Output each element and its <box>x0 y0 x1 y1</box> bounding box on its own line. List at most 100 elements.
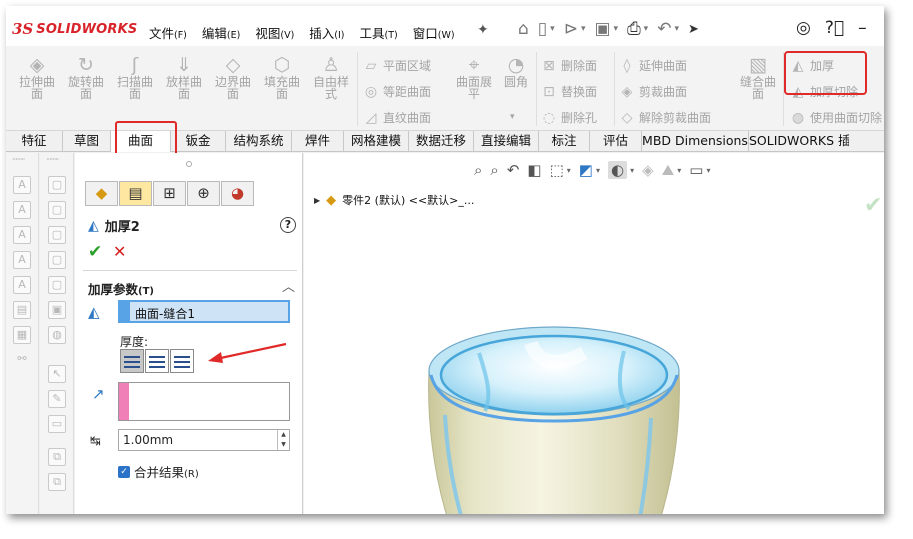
hide-show-dropdown-icon[interactable]: ▾ <box>630 166 634 175</box>
previous-view-icon[interactable]: ↶ <box>507 161 520 179</box>
tab-sheet-metal[interactable]: 钣金 <box>171 131 226 152</box>
menu-view[interactable]: 视图(V) <box>255 23 294 42</box>
menu-tools[interactable]: 工具(T) <box>360 23 398 42</box>
display-manager-tab-icon[interactable]: ◕ <box>221 181 254 206</box>
save-dropdown-icon[interactable]: ▾ <box>614 24 619 34</box>
configuration-manager-tab-icon[interactable]: ⊞ <box>153 181 186 206</box>
globe-icon[interactable]: ◍ <box>48 326 66 344</box>
ruled-surface-button[interactable]: ◿ 直纹曲面 <box>363 109 431 126</box>
merge-result-checkbox[interactable]: ✓ 合并结果(R) <box>118 462 199 481</box>
open-dropdown-icon[interactable]: ▾ <box>581 24 586 34</box>
sketch-tool-icon[interactable]: A <box>13 201 31 219</box>
sketch-tool-icon[interactable]: A <box>13 176 31 194</box>
sketch-tool-icon[interactable]: ▤ <box>13 301 31 319</box>
cancel-x-icon[interactable]: ✕ <box>113 242 126 261</box>
select-tool-icon[interactable]: ↖ <box>48 365 66 383</box>
fill-surface-button[interactable]: ⬡ 填充曲面 <box>258 54 306 100</box>
user-icon[interactable]: ◎ <box>796 18 811 38</box>
tab-evaluate[interactable]: 评估 <box>590 131 642 152</box>
display-dropdown-icon[interactable]: ▾ <box>596 166 600 175</box>
tab-weldments[interactable]: 焊件 <box>292 131 344 152</box>
fillet-dropdown-icon[interactable]: ▾ <box>510 112 515 122</box>
confirmation-corner-check-icon[interactable]: ✔ <box>864 193 882 218</box>
feature-manager-tab-icon[interactable]: ◆ <box>85 181 118 206</box>
copy-tool-icon[interactable]: ⧉ <box>48 448 66 466</box>
ok-check-icon[interactable]: ✔ <box>88 242 102 262</box>
delete-hole-button[interactable]: ◌ 删除孔 <box>541 109 597 126</box>
tab-data-migration[interactable]: 数据迁移 <box>409 131 474 152</box>
sweep-surface-button[interactable]: ʃ 扫描曲面 <box>111 54 159 100</box>
view-orientation-icon[interactable]: ⬚ <box>550 161 564 179</box>
hide-show-icon[interactable]: ◐ <box>607 161 628 179</box>
expand-arrow-icon[interactable]: ▶ <box>314 196 320 205</box>
tab-features[interactable]: 特征 <box>6 131 63 152</box>
orientation-dropdown-icon[interactable]: ▾ <box>567 166 571 175</box>
property-manager-tab-icon[interactable]: ▤ <box>119 181 152 206</box>
appearance-icon[interactable]: ◈ <box>642 161 654 179</box>
chevron-up-icon[interactable]: ︿ <box>282 276 295 295</box>
save-icon[interactable]: ▣ <box>594 19 610 39</box>
trim-surface-button[interactable]: ◈ 剪裁曲面 <box>619 83 687 100</box>
thickness-input[interactable]: 1.00mm ▲ ▼ <box>118 429 290 451</box>
flatten-surface-button[interactable]: ⌖ 曲面展平 <box>450 54 498 100</box>
pin-icon[interactable]: ✦ <box>477 22 489 38</box>
sketch-tool-icon[interactable]: A <box>13 276 31 294</box>
view-settings-dropdown-icon[interactable]: ▾ <box>706 166 710 175</box>
help-circle-icon[interactable]: ?⃝ <box>825 18 844 38</box>
thicken-both-sides-button[interactable] <box>145 349 169 373</box>
thicken-side1-button[interactable] <box>120 349 144 373</box>
tab-mbd-dimensions[interactable]: MBD Dimensions <box>642 131 749 152</box>
copy-tool-icon[interactable]: ⧉ <box>48 473 66 491</box>
replace-face-button[interactable]: ⊡ 替换面 <box>541 83 597 100</box>
tab-solidworks-addins[interactable]: SOLIDWORKS 插件 <box>749 131 849 152</box>
sketch-tool-icon[interactable]: ▦ <box>13 326 31 344</box>
tab-sketch[interactable]: 草图 <box>63 131 111 152</box>
edit-tool-icon[interactable]: ✎ <box>48 390 66 408</box>
tab-direct-editing[interactable]: 直接编辑 <box>474 131 539 152</box>
monitor-tool-icon[interactable]: ▭ <box>48 415 66 433</box>
extend-surface-button[interactable]: ◊ 延伸曲面 <box>619 57 687 74</box>
open-icon[interactable]: ⊳ <box>564 19 578 39</box>
home-icon[interactable]: ⌂ <box>518 19 529 39</box>
scene-dropdown-icon[interactable]: ▾ <box>677 166 681 175</box>
loft-surface-button[interactable]: ⇓ 放样曲面 <box>160 54 208 100</box>
link-icon[interactable]: ⚯ <box>13 351 31 369</box>
section-view-icon[interactable]: ◧ <box>527 161 541 179</box>
print-icon[interactable]: ⎙ <box>627 19 641 39</box>
direction-selection-box[interactable] <box>118 382 290 421</box>
menu-window[interactable]: 窗口(W) <box>413 23 455 42</box>
view-tool-icon[interactable]: ▣ <box>48 301 66 319</box>
thicken-parameters-section[interactable]: 加厚参数(T) ︿ <box>83 270 297 297</box>
menu-insert[interactable]: 插入(I) <box>309 23 344 42</box>
new-dropdown-icon[interactable]: ▾ <box>550 24 555 34</box>
dimxpert-tab-icon[interactable]: ⊕ <box>187 181 220 206</box>
boundary-surface-button[interactable]: ◇ 边界曲面 <box>209 54 257 100</box>
sketch-tool-icon[interactable]: A <box>13 251 31 269</box>
offset-surface-button[interactable]: ◎ 等距曲面 <box>363 83 431 100</box>
tab-mesh-modeling[interactable]: 网格建模 <box>344 131 409 152</box>
tab-structure-system[interactable]: 结构系统 <box>226 131 292 152</box>
revolve-surface-button[interactable]: ↻ 旋转曲面 <box>62 54 110 100</box>
display-style-icon[interactable]: ◩ <box>579 161 593 179</box>
feature-tree-flyout[interactable]: ▶ ◆ 零件2 (默认) <<默认>_... <box>314 192 474 208</box>
view-tool-icon[interactable]: ▢ <box>48 176 66 194</box>
zoom-area-icon[interactable]: ⌕ <box>490 161 498 179</box>
zoom-to-fit-icon[interactable]: ⌕ <box>474 161 482 179</box>
thickness-spinner[interactable]: ▲ ▼ <box>277 430 289 450</box>
select-icon[interactable]: ➤ <box>688 22 699 37</box>
view-tool-icon[interactable]: ▢ <box>48 201 66 219</box>
extrude-surface-button[interactable]: ◈ 拉伸曲面 <box>13 54 61 100</box>
graphics-area[interactable]: ⌕ ⌕ ↶ ◧ ⬚ ▾ ◩ ▾ ◐ ▾ ◈ ⛰ ▾ ▭ ▾ ▶ ◆ 零件2 (默认) <<… <box>304 153 884 514</box>
untrim-surface-button[interactable]: ◇ 解除剪裁曲面 <box>619 109 711 126</box>
scene-icon[interactable]: ⛰ <box>662 161 675 179</box>
minimize-icon[interactable]: – <box>858 18 867 38</box>
menu-edit[interactable]: 编辑(E) <box>202 23 240 42</box>
new-doc-icon[interactable]: ▯ <box>538 19 547 39</box>
print-dropdown-icon[interactable]: ▾ <box>644 24 649 34</box>
delete-face-button[interactable]: ⊠ 删除面 <box>541 57 597 74</box>
solidworks-logo[interactable]: 3S SOLIDWORKS <box>12 20 137 38</box>
thicken-side2-button[interactable] <box>170 349 194 373</box>
help-icon[interactable]: ? <box>280 217 296 233</box>
knit-surface-button[interactable]: ▧ 缝合曲面 <box>734 54 782 100</box>
panel-grip-icon[interactable] <box>186 161 192 167</box>
